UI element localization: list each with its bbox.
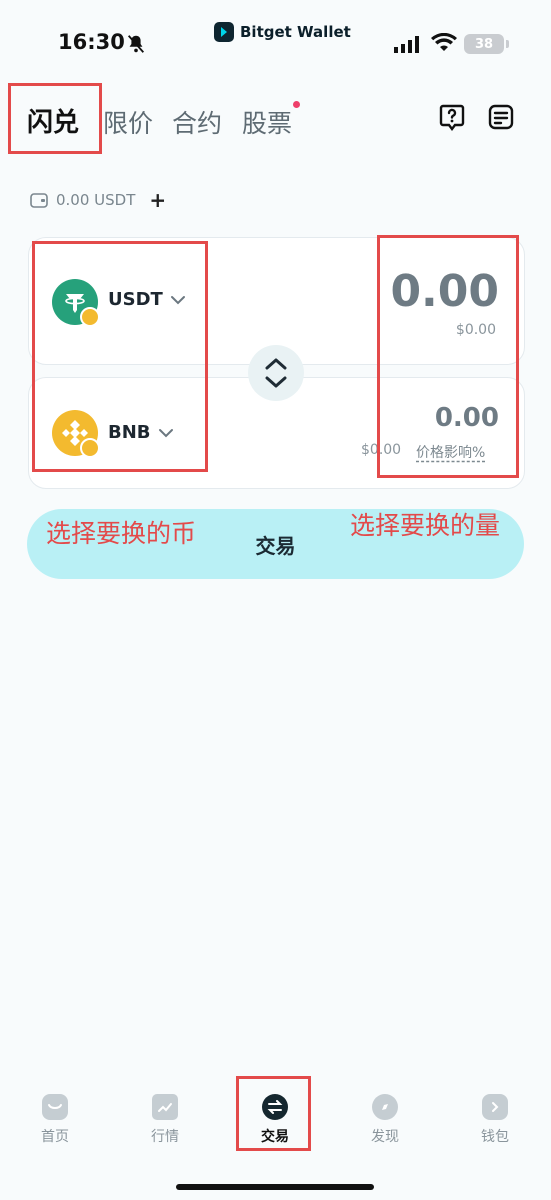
tab-swap[interactable]: 闪兑: [27, 102, 79, 139]
orders-icon[interactable]: [487, 103, 515, 131]
from-amount[interactable]: 0.00: [390, 266, 499, 317]
signal-icon: [394, 36, 419, 53]
app-name: Bitget Wallet: [240, 23, 351, 41]
nav-market-label: 行情: [151, 1129, 179, 1145]
bell-muted-icon: [127, 35, 145, 53]
swap-direction-button[interactable]: [248, 345, 304, 401]
nav-home-label: 首页: [41, 1129, 69, 1145]
nav-home[interactable]: 首页: [25, 1094, 85, 1146]
nav-discover-label: 发现: [371, 1129, 399, 1145]
nav-market[interactable]: 行情: [135, 1094, 195, 1146]
to-token-name[interactable]: BNB: [108, 422, 151, 443]
tab-limit[interactable]: 限价: [103, 104, 153, 140]
from-usd-value: $0.00: [455, 322, 496, 338]
balance-value: 0.00 USDT: [56, 191, 136, 209]
status-time: 16:30: [58, 30, 125, 54]
deposit-plus-button[interactable]: +: [149, 190, 166, 210]
to-usd-value: $0.00: [361, 442, 402, 458]
market-icon: [152, 1094, 178, 1120]
battery-indicator: 38: [464, 34, 504, 54]
from-token-name[interactable]: USDT: [108, 289, 163, 310]
nav-wallet-label: 钱包: [481, 1129, 509, 1145]
app-badge: Bitget Wallet: [214, 22, 351, 42]
annotation-note-token: 选择要换的币: [46, 519, 197, 548]
wallet-balance: 0.00 USDT +: [30, 190, 166, 210]
nav-trade[interactable]: 交易: [245, 1094, 305, 1146]
nav-wallet[interactable]: 钱包: [465, 1094, 525, 1146]
tab-futures[interactable]: 合约: [172, 104, 222, 140]
discover-icon: [372, 1094, 398, 1120]
chain-badge-icon: [80, 438, 100, 458]
help-icon[interactable]: [438, 103, 466, 131]
swap-arrows-icon: [265, 358, 287, 388]
annotation-note-amount: 选择要换的量: [350, 511, 501, 540]
battery-tip: [506, 40, 509, 48]
wallet-icon: [482, 1094, 508, 1120]
wifi-icon: [431, 33, 457, 51]
tab-stocks[interactable]: 股票: [242, 104, 292, 140]
notification-dot: [293, 101, 300, 108]
chevron-down-icon[interactable]: [158, 427, 174, 439]
chevron-down-icon[interactable]: [170, 294, 186, 306]
trade-button-label: 交易: [255, 533, 296, 558]
to-amount: 0.00: [434, 403, 499, 433]
home-indicator: [176, 1184, 374, 1190]
chain-badge-icon: [80, 307, 100, 327]
wallet-icon: [30, 193, 48, 208]
home-icon: [42, 1094, 68, 1120]
trade-icon: [262, 1094, 288, 1120]
price-impact-label[interactable]: 价格影响%: [416, 442, 485, 462]
nav-discover[interactable]: 发现: [355, 1094, 415, 1146]
bitget-logo-icon: [214, 22, 234, 42]
nav-trade-label: 交易: [261, 1129, 289, 1145]
